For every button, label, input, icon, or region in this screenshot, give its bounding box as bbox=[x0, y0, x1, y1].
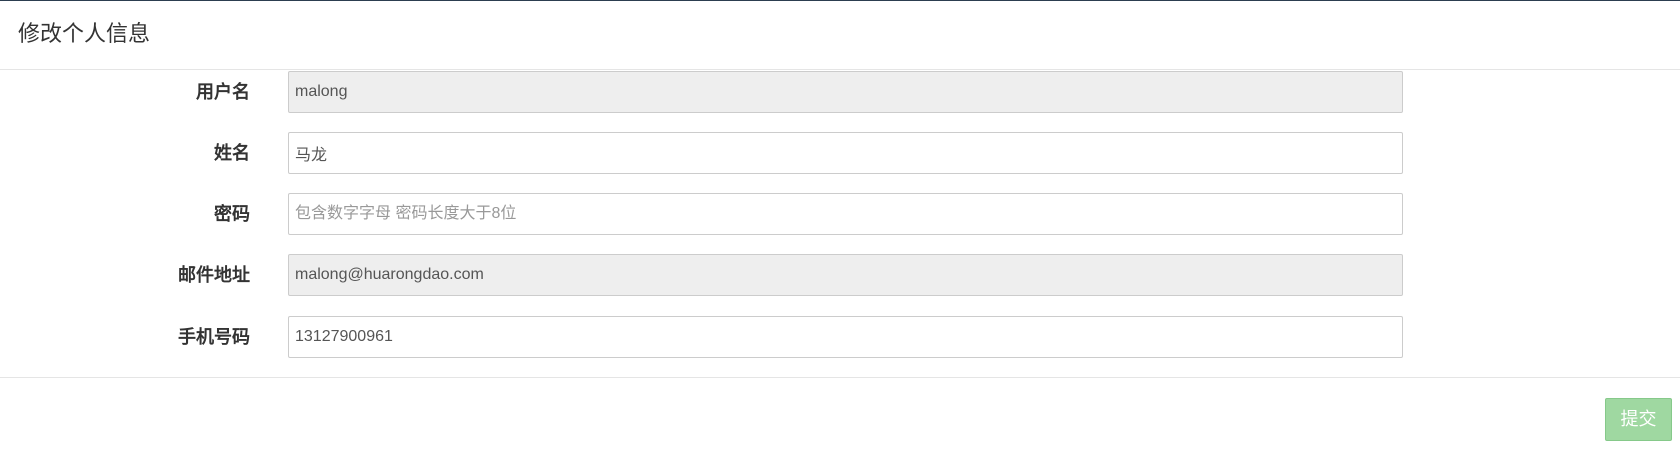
form-row-phone: 手机号码 bbox=[0, 316, 1680, 360]
username-input[interactable] bbox=[288, 71, 1403, 113]
phone-input[interactable] bbox=[288, 316, 1403, 358]
email-input[interactable] bbox=[288, 254, 1403, 296]
form-row-password: 密码 bbox=[0, 193, 1680, 237]
form-row-name: 姓名 bbox=[0, 132, 1680, 176]
modal-title: 修改个人信息 bbox=[18, 21, 151, 46]
form-row-email: 邮件地址 bbox=[0, 254, 1680, 298]
password-label: 密码 bbox=[214, 204, 250, 224]
phone-label: 手机号码 bbox=[178, 327, 250, 347]
email-label: 邮件地址 bbox=[178, 265, 250, 285]
modal-footer: 提交 bbox=[0, 377, 1680, 456]
modal-header: 修改个人信息 bbox=[0, 1, 1680, 70]
name-label: 姓名 bbox=[214, 143, 250, 163]
form-row-username: 用户名 bbox=[0, 71, 1680, 115]
name-input[interactable] bbox=[288, 132, 1403, 174]
password-input[interactable] bbox=[288, 193, 1403, 235]
submit-button[interactable]: 提交 bbox=[1605, 398, 1672, 441]
username-label: 用户名 bbox=[196, 82, 250, 102]
